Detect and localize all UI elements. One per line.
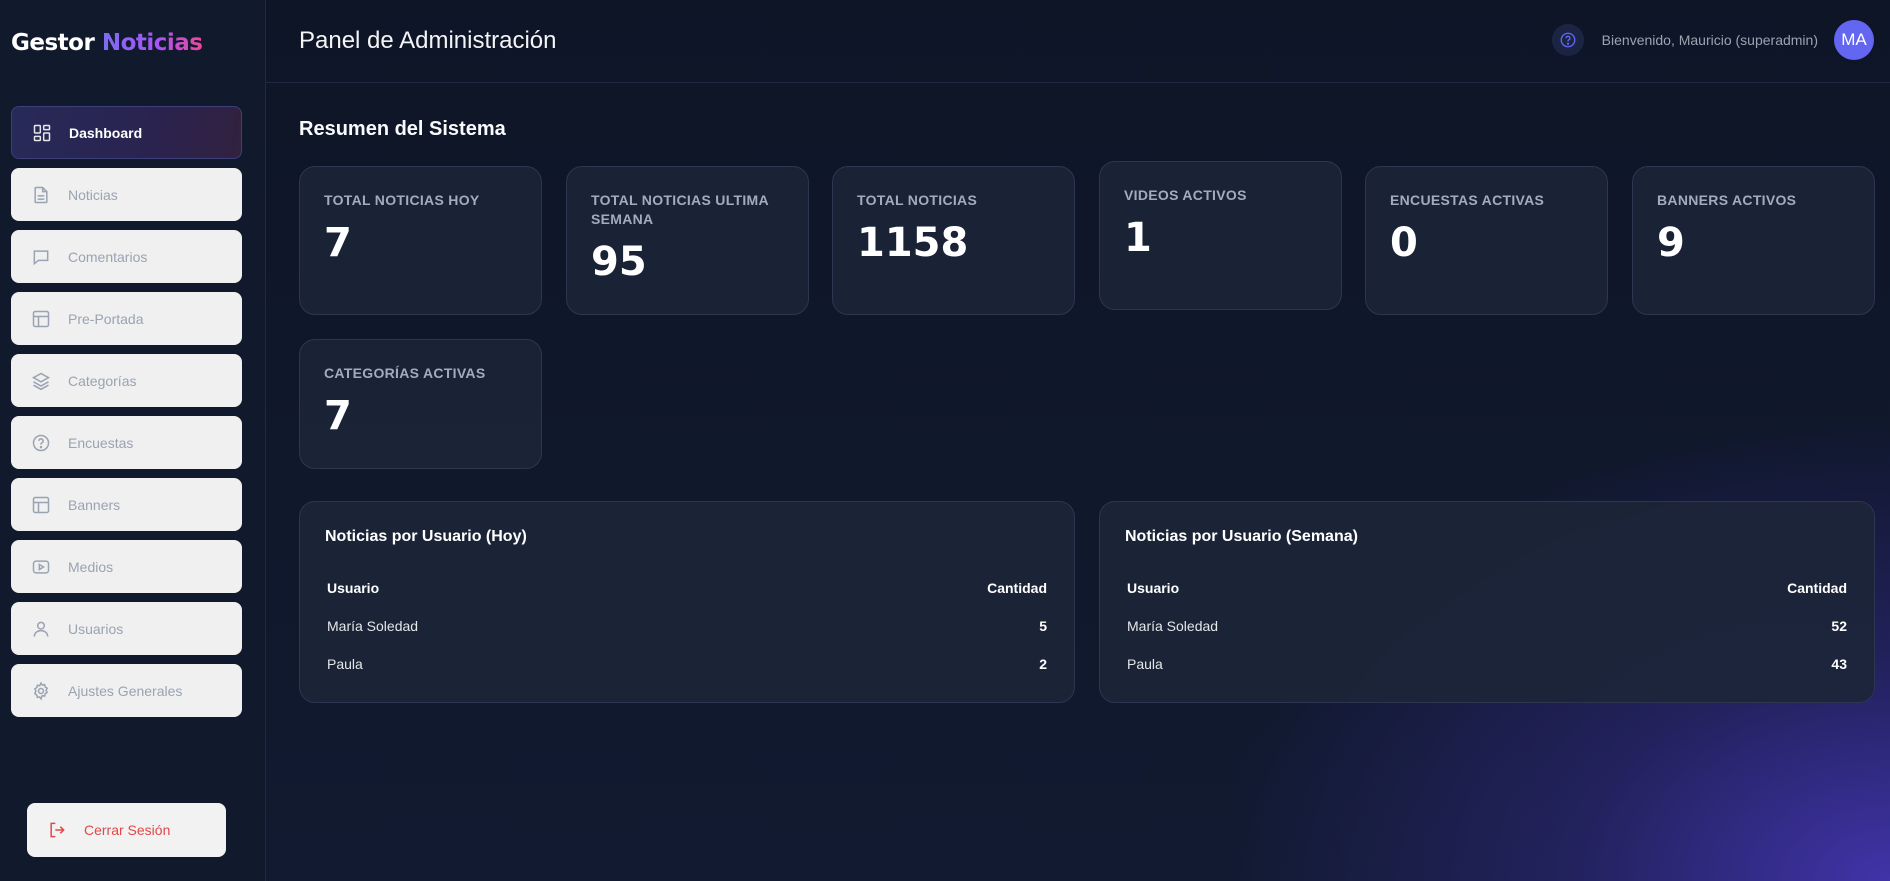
stat-card-value: 1158 xyxy=(857,220,969,266)
brand-part1: Gestor xyxy=(11,30,95,56)
help-button[interactable] xyxy=(1551,24,1584,56)
sidebar-item-usuarios[interactable]: Usuarios xyxy=(11,602,242,655)
sidebar-item-categorias[interactable]: Categorías xyxy=(11,354,242,407)
table-noticias-hoy: Noticias por Usuario (Hoy) Usuario Canti… xyxy=(299,501,1075,703)
sidebar-item-noticias[interactable]: Noticias xyxy=(11,168,242,221)
logout-button[interactable]: Cerrar Sesión xyxy=(27,803,226,857)
table-row: Paula 43 xyxy=(1125,645,1849,683)
table-noticias-semana: Noticias por Usuario (Semana) Usuario Ca… xyxy=(1099,501,1875,703)
sidebar: Gestor Noticias Dashboard Noticias Comen… xyxy=(0,0,266,881)
stat-card-label: TOTAL NOTICIAS xyxy=(857,192,978,208)
sidebar-item-pre-portada[interactable]: Pre-Portada xyxy=(11,292,242,345)
stat-card-label: TOTAL NOTICIAS HOY xyxy=(324,192,480,208)
welcome-text: Bienvenido, Mauricio (superadmin) xyxy=(1601,32,1818,48)
sidebar-item-label: Banners xyxy=(68,496,121,513)
sidebar-item-label: Pre-Portada xyxy=(68,310,144,327)
sidebar-nav: Dashboard Noticias Comentarios Pre-Porta… xyxy=(11,106,242,726)
section-title: Resumen del Sistema xyxy=(299,118,506,140)
file-text-icon xyxy=(31,185,51,205)
sidebar-item-label: Medios xyxy=(68,558,114,575)
row-count: 43 xyxy=(1831,656,1847,672)
user-icon xyxy=(31,619,51,639)
brand-logo[interactable]: Gestor Noticias xyxy=(11,30,203,56)
sidebar-item-ajustes-generales[interactable]: Ajustes Generales xyxy=(11,664,242,717)
logout-icon xyxy=(47,820,67,840)
video-icon xyxy=(31,557,51,577)
layers-icon xyxy=(31,371,51,391)
stat-card-value: 7 xyxy=(324,220,352,266)
layout-icon xyxy=(31,309,51,329)
sidebar-item-label: Encuestas xyxy=(68,434,134,451)
row-user: Paula xyxy=(1127,656,1163,672)
sidebar-item-label: Dashboard xyxy=(69,124,143,141)
sidebar-item-comentarios[interactable]: Comentarios xyxy=(11,230,242,283)
stat-card-label: BANNERS ACTIVOS xyxy=(1657,192,1797,208)
chat-icon xyxy=(31,247,51,267)
stat-card-value: 9 xyxy=(1657,220,1685,266)
row-count: 52 xyxy=(1831,618,1847,634)
table-title: Noticias por Usuario (Semana) xyxy=(1125,528,1358,545)
table-row: Paula 2 xyxy=(325,645,1049,683)
avatar[interactable]: MA xyxy=(1834,20,1874,60)
table-title: Noticias por Usuario (Hoy) xyxy=(325,528,527,545)
stat-card-videos-activos: VIDEOS ACTIVOS 1 xyxy=(1099,161,1342,310)
layout-icon xyxy=(31,495,51,515)
column-header-cantidad: Cantidad xyxy=(1787,580,1847,596)
stat-card-categorias-activas: CATEGORÍAS ACTIVAS 7 xyxy=(299,339,542,469)
stat-card-label: ENCUESTAS ACTIVAS xyxy=(1390,192,1545,208)
row-user: Paula xyxy=(327,656,363,672)
stat-card-total-noticias: TOTAL NOTICIAS 1158 xyxy=(832,166,1075,315)
table-header-row: Usuario Cantidad xyxy=(1125,569,1849,607)
stat-card-banners-activos: BANNERS ACTIVOS 9 xyxy=(1632,166,1875,315)
topbar-user-area: Bienvenido, Mauricio (superadmin) MA xyxy=(1551,20,1874,60)
sidebar-item-encuestas[interactable]: Encuestas xyxy=(11,416,242,469)
table-row: María Soledad 52 xyxy=(1125,607,1849,645)
gear-icon xyxy=(31,681,51,701)
stat-card-label: CATEGORÍAS ACTIVAS xyxy=(324,365,486,381)
stat-card-value: 7 xyxy=(324,393,352,439)
sidebar-item-dashboard[interactable]: Dashboard xyxy=(11,106,242,159)
row-user: María Soledad xyxy=(327,618,419,634)
main-content: Panel de Administración Bienvenido, Maur… xyxy=(266,0,1890,881)
sidebar-item-label: Ajustes Generales xyxy=(68,682,183,699)
row-count: 5 xyxy=(1039,618,1047,634)
dashboard-icon xyxy=(32,123,52,143)
stat-card-value: 1 xyxy=(1124,215,1152,261)
page-title: Panel de Administración xyxy=(299,27,557,54)
stat-card-total-noticias-ultima-semana: TOTAL NOTICIAS ULTIMA SEMANA 95 xyxy=(566,166,809,315)
help-circle-icon xyxy=(1560,32,1576,48)
sidebar-item-label: Comentarios xyxy=(68,248,148,265)
sidebar-item-label: Usuarios xyxy=(68,620,124,637)
column-header-usuario: Usuario xyxy=(1127,580,1180,596)
sidebar-item-banners[interactable]: Banners xyxy=(11,478,242,531)
table-row: María Soledad 5 xyxy=(325,607,1049,645)
sidebar-item-medios[interactable]: Medios xyxy=(11,540,242,593)
topbar: Panel de Administración Bienvenido, Maur… xyxy=(266,0,1890,83)
help-circle-icon xyxy=(31,433,51,453)
column-header-cantidad: Cantidad xyxy=(987,580,1047,596)
stat-card-total-noticias-hoy: TOTAL NOTICIAS HOY 7 xyxy=(299,166,542,315)
sidebar-item-label: Categorías xyxy=(68,372,137,389)
stat-card-encuestas-activas: ENCUESTAS ACTIVAS 0 xyxy=(1365,166,1608,315)
stat-card-label: VIDEOS ACTIVOS xyxy=(1124,187,1247,203)
table-header-row: Usuario Cantidad xyxy=(325,569,1049,607)
stat-card-label: TOTAL NOTICIAS ULTIMA SEMANA xyxy=(591,192,769,227)
app-root: Gestor Noticias Dashboard Noticias Comen… xyxy=(0,0,1890,881)
sidebar-item-label: Noticias xyxy=(68,186,118,203)
brand-part2: Noticias xyxy=(101,30,203,56)
column-header-usuario: Usuario xyxy=(327,580,380,596)
stat-card-value: 95 xyxy=(591,239,647,285)
row-count: 2 xyxy=(1039,656,1047,672)
logout-label: Cerrar Sesión xyxy=(84,822,171,838)
stat-card-value: 0 xyxy=(1390,220,1418,266)
row-user: María Soledad xyxy=(1127,618,1219,634)
